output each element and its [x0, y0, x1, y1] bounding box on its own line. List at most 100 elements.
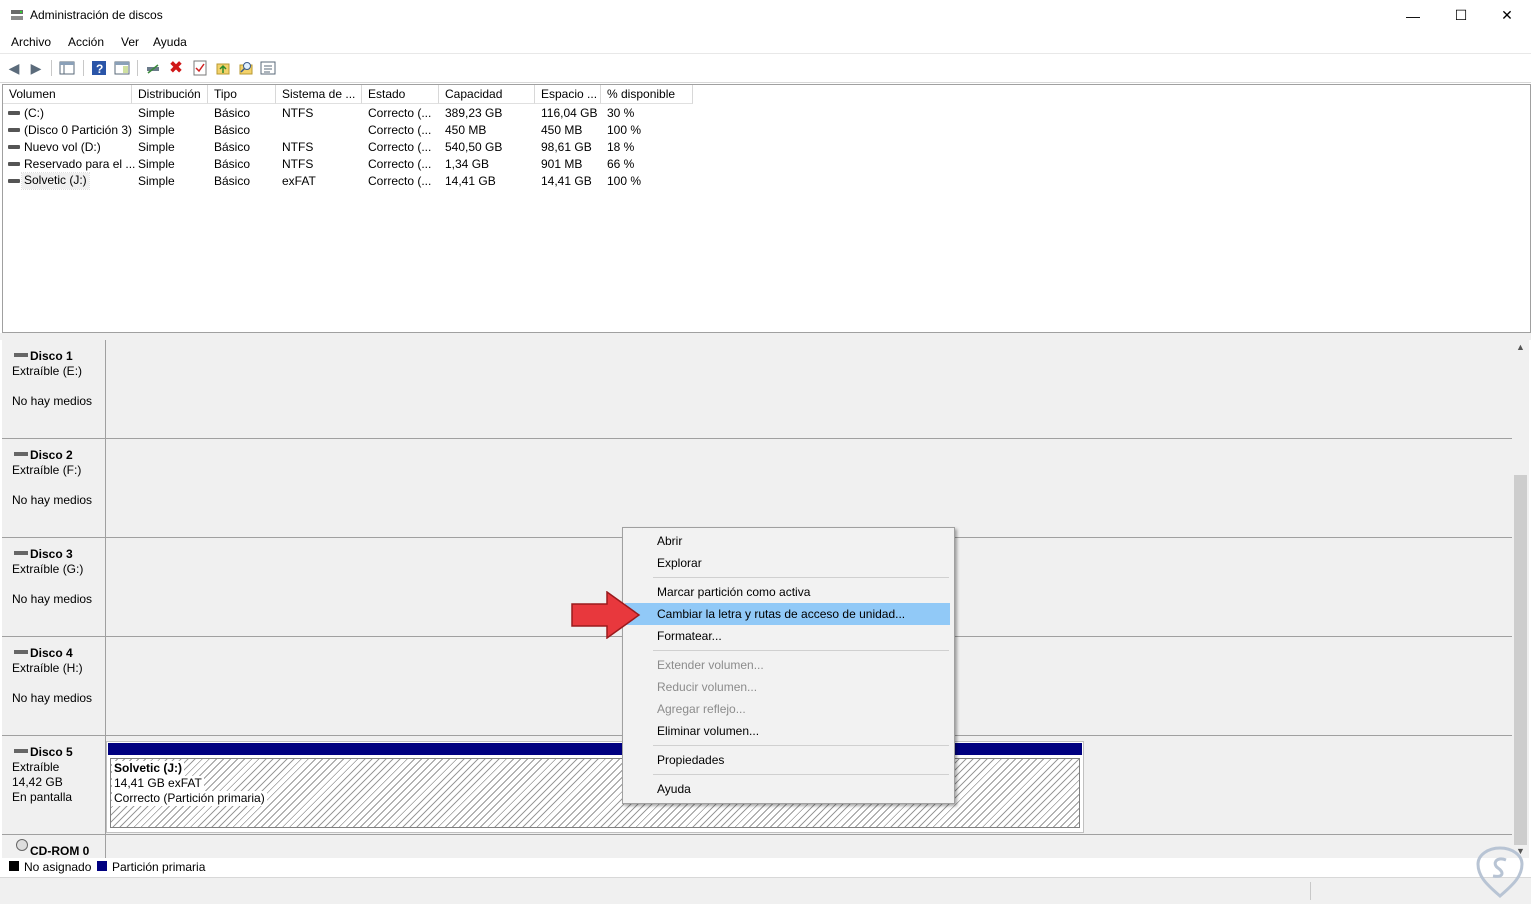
type-cell: Básico	[214, 140, 251, 154]
volume-name: (C:)	[24, 106, 44, 120]
disk-name: CD-ROM 0	[30, 844, 90, 858]
disk-type: Extraíble	[12, 760, 60, 774]
disk-name: Disco 4	[30, 646, 73, 660]
layout-cell: Simple	[138, 123, 175, 137]
watermark-logo-icon	[1476, 846, 1524, 898]
column-header-tipo[interactable]: Tipo	[208, 85, 276, 104]
properties-pane-icon[interactable]	[113, 59, 131, 77]
table-row[interactable]: Nuevo vol (D:) Simple Básico NTFS Correc…	[3, 139, 703, 156]
column-header-capacidad[interactable]: Capacidad	[439, 85, 535, 104]
disk-icon	[14, 551, 28, 555]
disk-2-area	[106, 439, 1512, 537]
scroll-up-icon[interactable]: ▲	[1516, 342, 1525, 352]
column-header-volumen[interactable]: Volumen	[3, 85, 132, 104]
capacity-cell: 389,23 GB	[445, 106, 503, 120]
svg-text:?: ?	[96, 62, 103, 76]
column-header-estado[interactable]: Estado	[362, 85, 439, 104]
disk-icon	[14, 749, 28, 753]
back-icon[interactable]: ◀	[5, 59, 23, 77]
disk-2-label[interactable]: Disco 2 Extraíble (F:) No hay medios	[2, 439, 106, 537]
capacity-cell: 1,34 GB	[445, 157, 490, 171]
volume-name: Solvetic (J:)	[112, 761, 185, 776]
layout-cell: Simple	[138, 174, 175, 188]
table-row[interactable]: Reservado para el ... Simple Básico NTFS…	[3, 156, 703, 173]
menu-ver[interactable]: Ver	[121, 35, 139, 49]
close-button[interactable]: ✕	[1484, 0, 1530, 31]
column-header-distribucion[interactable]: Distribución	[132, 85, 208, 104]
connect-disk-icon[interactable]	[144, 59, 162, 77]
drive-icon	[8, 179, 20, 183]
filesystem-cell: NTFS	[282, 157, 314, 171]
volume-status: Correcto (Partición primaria)	[112, 791, 267, 806]
disk-5-label[interactable]: Disco 5 Extraíble 14,42 GB En pantalla	[2, 736, 106, 834]
menu-accion[interactable]: Acción	[68, 35, 104, 49]
layout-cell: Simple	[138, 157, 175, 171]
primary-swatch	[97, 861, 107, 871]
percent-free-cell: 100 %	[607, 174, 642, 188]
legend-unallocated: No asignado	[24, 860, 92, 874]
free-space-cell: 98,61 GB	[541, 140, 592, 154]
type-cell: Básico	[214, 123, 251, 137]
menu-item-abrir[interactable]: Abrir	[625, 530, 950, 552]
pane-splitter[interactable]	[0, 333, 1531, 340]
type-cell: Básico	[214, 157, 251, 171]
context-menu: Abrir Explorar Marcar partición como act…	[622, 527, 955, 804]
percent-free-cell: 66 %	[607, 157, 635, 171]
disk-icon	[14, 452, 28, 456]
disk-name: Disco 3	[30, 547, 73, 561]
disk-size: 14,42 GB	[12, 775, 63, 789]
help-icon[interactable]: ?	[90, 59, 108, 77]
disk-1-label[interactable]: Disco 1 Extraíble (E:) No hay medios	[2, 340, 106, 438]
disk-status: No hay medios	[12, 691, 93, 705]
capacity-cell: 540,50 GB	[445, 140, 503, 154]
disk-4-label[interactable]: Disco 4 Extraíble (H:) No hay medios	[2, 637, 106, 735]
title-bar: Administración de discos — ☐ ✕	[0, 0, 1531, 31]
column-header-sistema[interactable]: Sistema de ...	[276, 85, 362, 104]
disk-name: Disco 1	[30, 349, 73, 363]
menu-item-agregar-reflejo: Agregar reflejo...	[657, 702, 746, 716]
maximize-button[interactable]: ☐	[1438, 0, 1484, 31]
status-bar	[0, 877, 1531, 904]
table-row[interactable]: Solvetic (J:) Simple Básico exFAT Correc…	[3, 172, 703, 190]
show-hide-console-tree-icon[interactable]	[58, 59, 76, 77]
menu-item-cambiar-letra[interactable]: Cambiar la letra y rutas de acceso de un…	[625, 603, 950, 625]
disk-type: Extraíble (F:)	[12, 463, 82, 477]
menu-ayuda[interactable]: Ayuda	[153, 35, 187, 49]
minimize-button[interactable]: —	[1390, 0, 1436, 31]
menu-item-eliminar[interactable]: Eliminar volumen...	[625, 720, 950, 742]
cd-icon	[16, 839, 28, 851]
disk-3-label[interactable]: Disco 3 Extraíble (G:) No hay medios	[2, 538, 106, 636]
disk-icon	[14, 353, 28, 357]
delete-icon[interactable]: ✖	[167, 58, 185, 77]
menu-item-formatear[interactable]: Formatear...	[625, 625, 950, 647]
list-view-icon[interactable]	[259, 59, 277, 77]
disk-type: Extraíble (H:)	[12, 661, 83, 675]
disk-status: No hay medios	[12, 493, 93, 507]
table-row[interactable]: (C:) Simple Básico NTFS Correcto (... 38…	[3, 105, 703, 122]
disk-1-area	[106, 340, 1512, 438]
menu-item-propiedades[interactable]: Propiedades	[625, 749, 950, 771]
column-header-espacio[interactable]: Espacio ...	[535, 85, 601, 104]
drive-icon	[8, 111, 20, 115]
menu-item-extender: Extender volumen...	[657, 658, 764, 672]
checklist-icon[interactable]	[191, 59, 209, 77]
menu-item-marcar-activa[interactable]: Marcar partición como activa	[625, 581, 950, 603]
menu-archivo[interactable]: Archivo	[11, 35, 51, 49]
status-cell: Correcto (...	[368, 106, 432, 120]
type-cell: Básico	[214, 174, 251, 188]
scrollbar-thumb[interactable]	[1514, 475, 1527, 845]
status-cell: Correcto (...	[368, 174, 432, 188]
table-row[interactable]: (Disco 0 Partición 3) Simple Básico Corr…	[3, 122, 703, 139]
free-space-cell: 901 MB	[541, 157, 583, 171]
disk-name: Disco 5	[30, 745, 73, 759]
folder-up-icon[interactable]	[214, 59, 232, 77]
search-folder-icon[interactable]	[237, 59, 255, 77]
menu-item-explorar[interactable]: Explorar	[625, 552, 950, 574]
forward-icon[interactable]: ▶	[27, 59, 45, 77]
capacity-cell: 14,41 GB	[445, 174, 496, 188]
column-header-disponible[interactable]: % disponible	[601, 85, 693, 104]
disk-type: Extraíble (G:)	[12, 562, 84, 576]
disk-name: Disco 2	[30, 448, 73, 462]
window-title: Administración de discos	[30, 8, 163, 22]
menu-item-ayuda[interactable]: Ayuda	[625, 778, 950, 800]
